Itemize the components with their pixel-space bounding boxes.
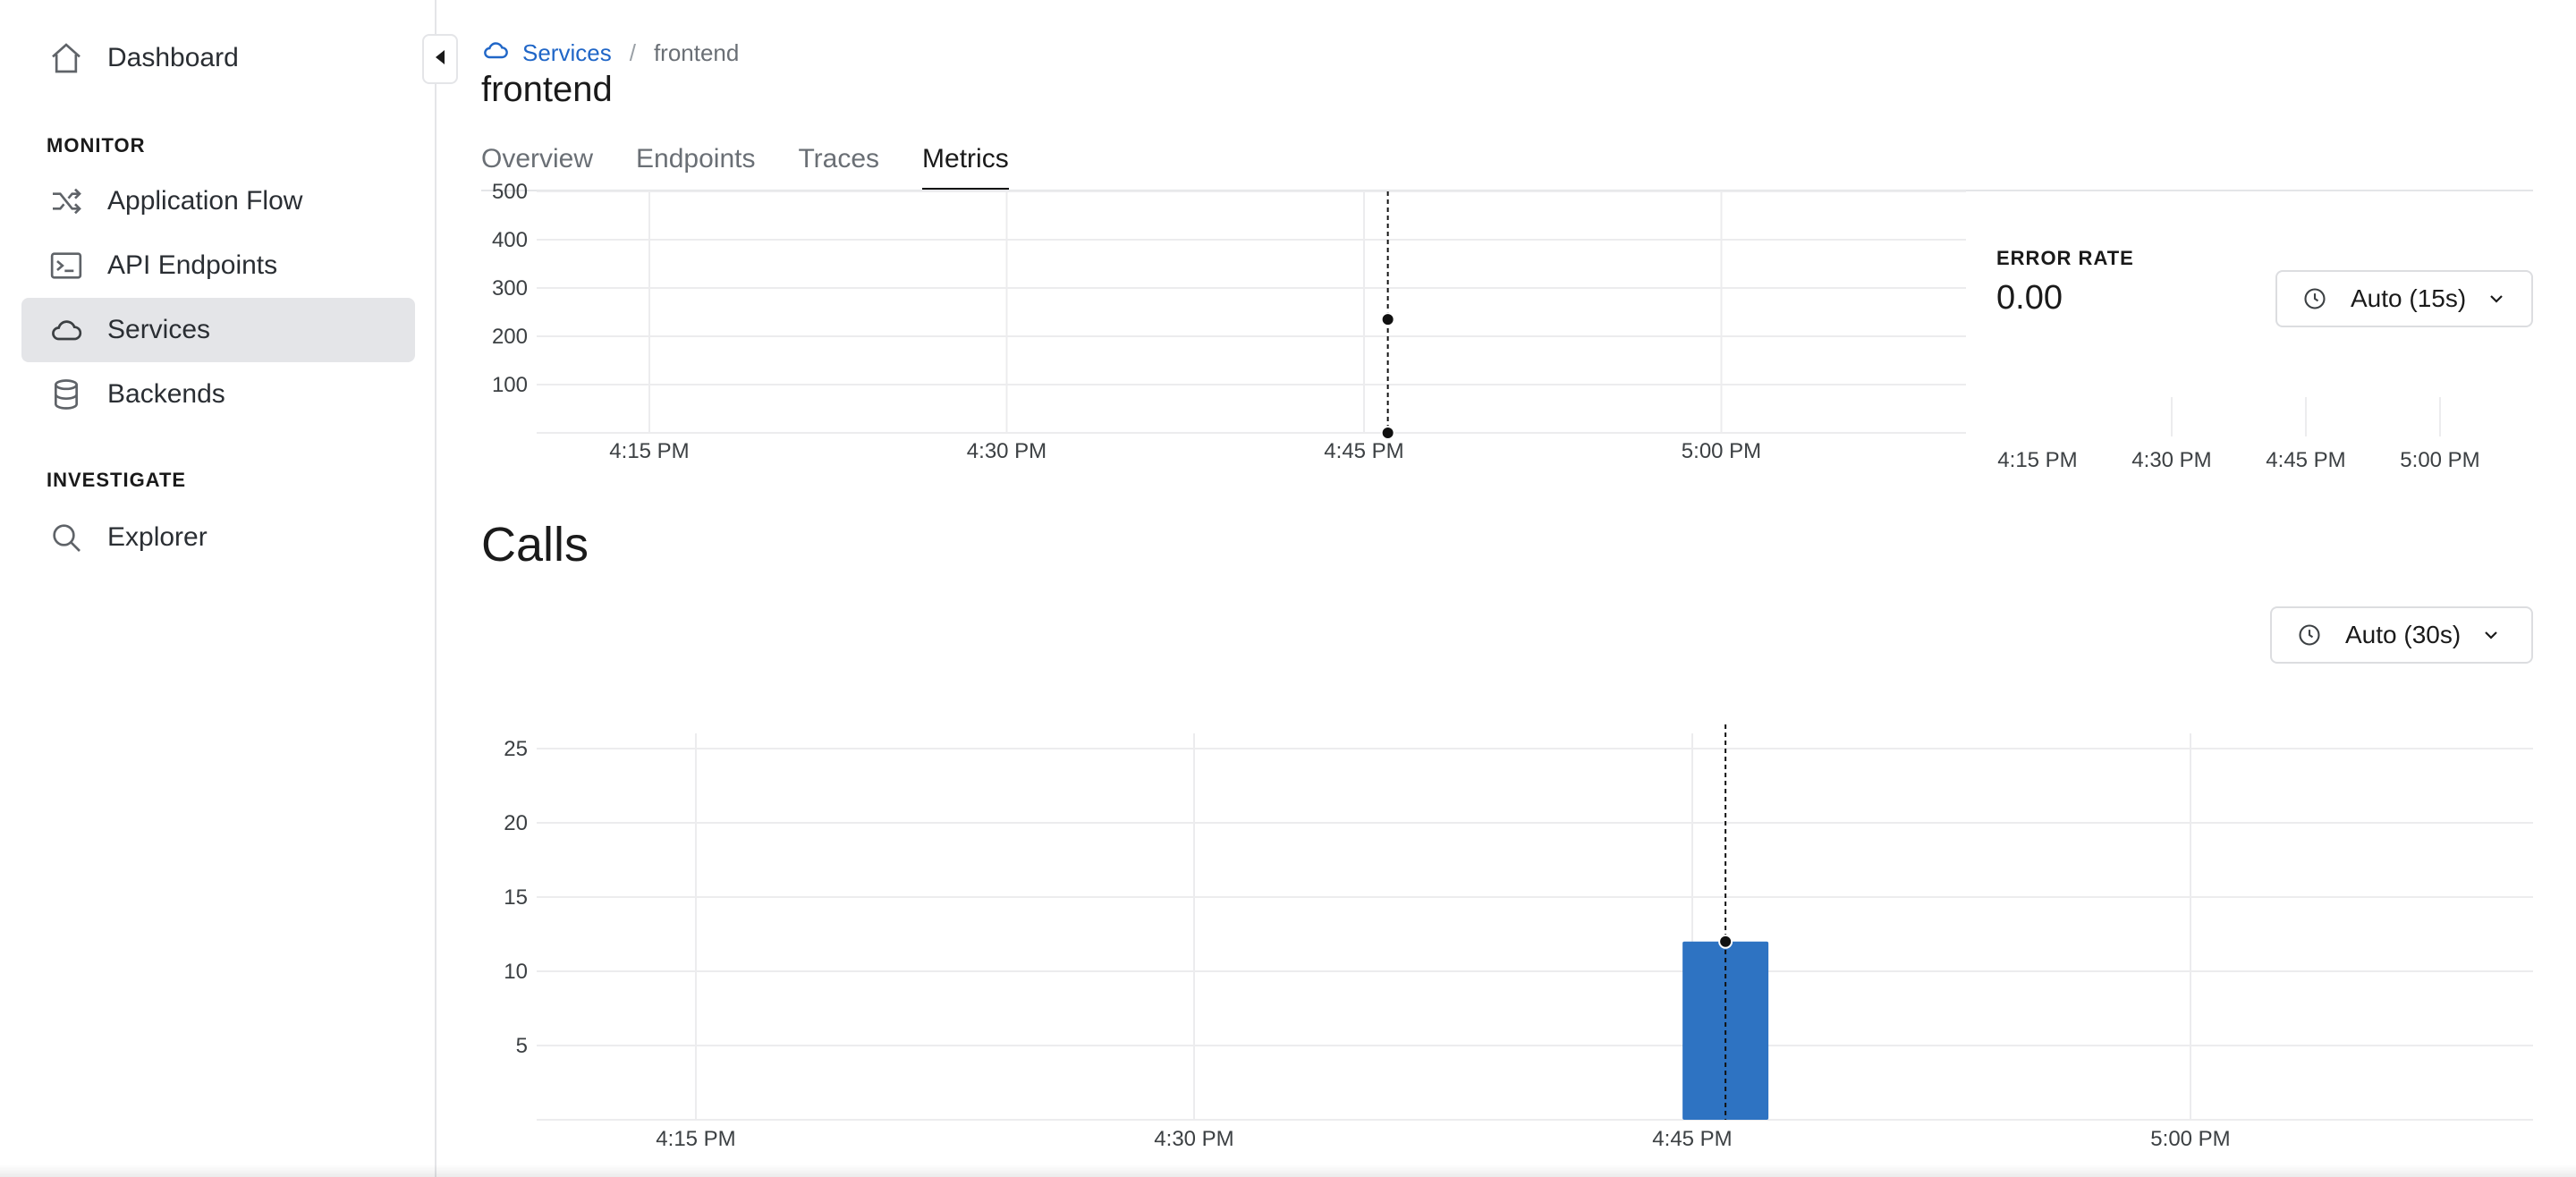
y-tick-label: 10: [504, 960, 528, 984]
clock-icon: [2295, 621, 2324, 649]
terminal-icon: [45, 244, 88, 287]
sidebar-item-application-flow[interactable]: Application Flow: [21, 169, 415, 233]
home-icon: [45, 37, 88, 80]
collapse-sidebar-button[interactable]: [422, 34, 458, 84]
sidebar-item-label: Explorer: [107, 522, 208, 552]
sidebar-item-backends[interactable]: Backends: [21, 362, 415, 427]
interval-label: Auto (30s): [2345, 621, 2462, 648]
data-point: [1380, 312, 1395, 327]
y-tick-label: 25: [504, 737, 528, 761]
section-title-monitor: MONITOR: [47, 134, 146, 157]
y-tick-label: 15: [504, 885, 528, 910]
x-tick-label: 4:15 PM: [609, 439, 689, 463]
latency-chart: 4:15 PM 4:30 PM 4:45 PM 5:00 PM 100 200 300 400…: [492, 180, 1966, 463]
x-tick-label: 5:00 PM: [1682, 439, 1761, 463]
y-tick-label: 200: [492, 325, 528, 349]
sidebar-item-dashboard[interactable]: Dashboard: [21, 26, 415, 90]
error-rate-value: 0.00: [1996, 279, 2063, 317]
breadcrumb-current: frontend: [653, 39, 740, 66]
x-tick-label: 4:45 PM: [1324, 439, 1403, 463]
calls-chart: 4:15 PM 4:30 PM 4:45 PM 5:00 PM 5 10 15 20 25: [504, 724, 2533, 1151]
bottom-shadow: [0, 1164, 2576, 1177]
sidebar-item-api-endpoints[interactable]: API Endpoints: [21, 233, 415, 298]
sidebar-item-explorer[interactable]: Explorer: [21, 505, 415, 570]
search-icon: [45, 516, 88, 559]
breadcrumb-separator: /: [629, 39, 636, 66]
sidebar-item-label: API Endpoints: [107, 250, 278, 280]
x-tick-label: 4:45 PM: [1652, 1127, 1732, 1151]
y-tick-label: 20: [504, 811, 528, 835]
sidebar-item-services[interactable]: Services: [21, 298, 415, 362]
section-title-investigate: INVESTIGATE: [47, 469, 187, 491]
tab-traces[interactable]: Traces: [798, 134, 879, 191]
breadcrumb: Services / frontend: [481, 36, 739, 71]
sidebar-item-label: Dashboard: [107, 43, 239, 72]
interval-label: Auto (15s): [2351, 284, 2467, 312]
error-rate-label: ERROR RATE: [1996, 247, 2134, 269]
tab-endpoints[interactable]: Endpoints: [636, 134, 755, 191]
sidebar-item-label: Backends: [107, 379, 225, 409]
cloud-icon: [45, 309, 88, 351]
shuffle-icon: [45, 180, 88, 223]
x-tick-label: 4:15 PM: [1997, 448, 2077, 472]
chevron-down-icon: [2479, 622, 2504, 648]
x-tick-label: 5:00 PM: [2400, 448, 2479, 472]
y-tick-label: 100: [492, 373, 528, 397]
sidebar-item-label: Application Flow: [107, 186, 303, 216]
y-tick-label: 400: [492, 228, 528, 252]
sidebar: Dashboard MONITOR Application Flow API E…: [0, 0, 436, 1177]
sidebar-item-label: Services: [107, 315, 211, 344]
tab-bar: Overview Endpoints Traces Metrics: [481, 134, 1009, 191]
breadcrumb-services-link[interactable]: Services: [522, 39, 612, 67]
calls-interval-select[interactable]: Auto (30s): [2270, 606, 2533, 664]
page-title: frontend: [481, 70, 613, 109]
x-tick-label: 4:45 PM: [2266, 448, 2345, 472]
database-icon: [45, 373, 88, 416]
y-tick-label: 300: [492, 276, 528, 301]
cloud-icon: [481, 36, 510, 71]
clock-icon: [2301, 284, 2329, 313]
error-rate-chart: 4:15 PM 4:30 PM 4:45 PM 5:00 PM: [1997, 397, 2480, 472]
x-tick-label: 5:00 PM: [2150, 1127, 2230, 1151]
x-tick-label: 4:15 PM: [656, 1127, 735, 1151]
chevron-down-icon: [2484, 286, 2509, 311]
y-tick-label: 500: [492, 180, 528, 204]
calls-section-title: Calls: [481, 518, 589, 572]
error-rate-interval-select[interactable]: Auto (15s): [2275, 270, 2533, 327]
x-tick-label: 4:30 PM: [967, 439, 1046, 463]
y-tick-label: 5: [516, 1034, 528, 1058]
tab-metrics[interactable]: Metrics: [922, 134, 1009, 191]
data-point: [1380, 426, 1395, 440]
triangle-left-icon: [434, 48, 446, 71]
x-tick-label: 4:30 PM: [1154, 1127, 1233, 1151]
x-tick-label: 4:30 PM: [2131, 448, 2211, 472]
data-point: [1718, 934, 1733, 949]
